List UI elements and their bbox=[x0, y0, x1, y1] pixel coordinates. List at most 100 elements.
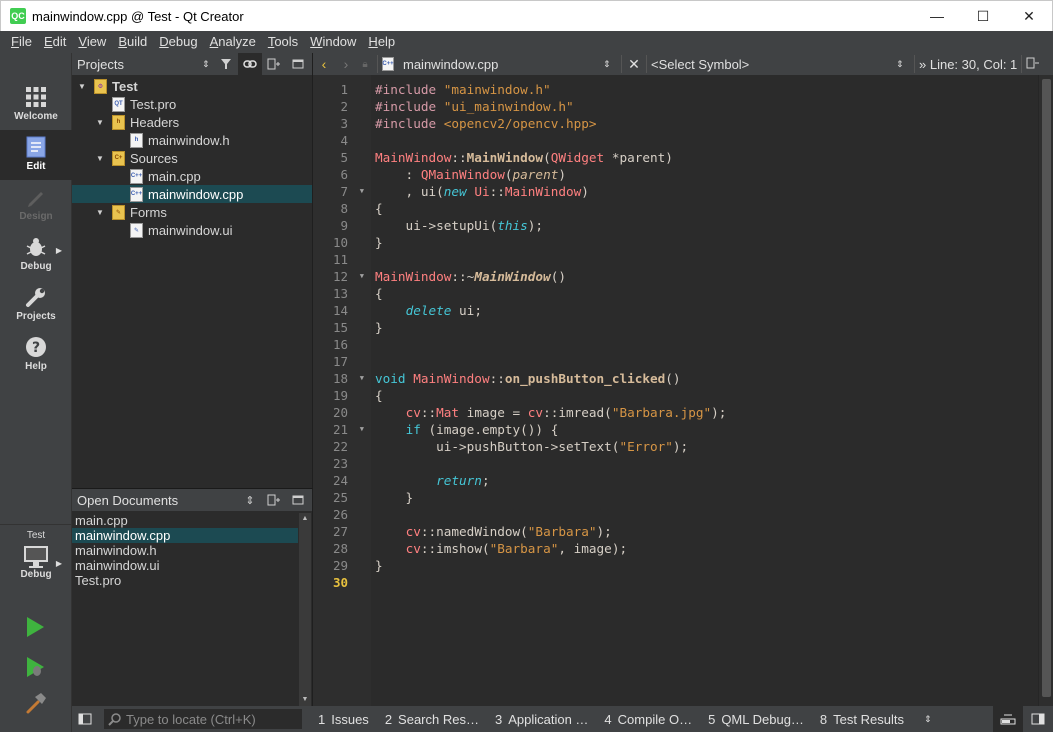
close-document-icon[interactable]: ✕ bbox=[626, 56, 642, 73]
menu-item[interactable]: Help bbox=[362, 31, 401, 53]
line-number: 11 bbox=[332, 252, 348, 267]
run-button[interactable] bbox=[24, 615, 46, 642]
build-button[interactable] bbox=[24, 691, 48, 718]
projects-pane-header: Projects ⇕ bbox=[72, 53, 312, 75]
code-token: "Barbara" bbox=[489, 541, 559, 556]
fold-marker-icon[interactable]: ▼ bbox=[360, 268, 364, 285]
go-back-icon[interactable]: ‹ bbox=[313, 56, 335, 72]
mode-debug[interactable]: ▶ Debug bbox=[0, 230, 72, 280]
code-token: #include bbox=[375, 99, 444, 114]
mode-projects[interactable]: Projects bbox=[0, 280, 72, 330]
menu-item[interactable]: Window bbox=[304, 31, 362, 53]
minimize-button[interactable]: — bbox=[914, 1, 960, 32]
go-forward-icon[interactable]: › bbox=[335, 56, 357, 72]
expand-toggle-icon[interactable]: ▼ bbox=[94, 208, 106, 217]
toggle-progress-icon[interactable] bbox=[993, 706, 1023, 732]
code-editor[interactable]: #include "mainwindow.h" #include "ui_main… bbox=[371, 75, 1038, 706]
open-documents-scrollbar[interactable]: ▲ ▼ bbox=[299, 513, 311, 706]
mode-help[interactable]: ? Help bbox=[0, 330, 72, 380]
project-tree-item[interactable]: C++ main.cpp bbox=[72, 167, 312, 185]
locator-input[interactable]: Type to locate (Ctrl+K) bbox=[104, 709, 302, 729]
file-selector-arrows-icon[interactable]: ⇕ bbox=[603, 59, 617, 70]
open-document-item[interactable]: mainwindow.cpp bbox=[72, 528, 298, 543]
expand-toggle-icon[interactable]: ▼ bbox=[94, 118, 106, 127]
output-tab[interactable]: 8 Test Results bbox=[812, 712, 912, 727]
symbol-selector-arrows-icon[interactable]: ⇕ bbox=[896, 59, 910, 70]
open-document-item[interactable]: mainwindow.h bbox=[72, 543, 298, 558]
current-file-selector[interactable]: mainwindow.cpp bbox=[403, 57, 603, 72]
project-tree-item[interactable]: ▼ ✎ Forms bbox=[72, 203, 312, 221]
project-tree-item[interactable]: C++ mainwindow.cpp bbox=[72, 185, 312, 203]
menu-item[interactable]: Tools bbox=[262, 31, 304, 53]
code-line: : QMainWindow(parent) bbox=[371, 166, 1038, 183]
fold-marker-icon[interactable]: ▼ bbox=[360, 370, 364, 387]
maximize-button[interactable]: ☐ bbox=[960, 1, 1006, 32]
fold-marker-icon[interactable]: ▼ bbox=[360, 421, 364, 438]
output-tab[interactable]: 3 Application … bbox=[487, 712, 596, 727]
open-document-item[interactable]: main.cpp bbox=[72, 513, 298, 528]
editor-scrollbar[interactable] bbox=[1038, 75, 1053, 706]
code-token: "Error" bbox=[619, 439, 673, 454]
close-window-button[interactable]: ✕ bbox=[1006, 1, 1052, 32]
project-tree-label: Test bbox=[112, 78, 138, 94]
toggle-sidebar-icon[interactable] bbox=[72, 713, 98, 725]
view-selector-arrows-icon[interactable]: ⇕ bbox=[238, 489, 262, 511]
output-tab[interactable]: 4 Compile O… bbox=[596, 712, 700, 727]
expand-toggle-icon[interactable]: ▼ bbox=[76, 82, 88, 91]
kit-selector[interactable]: Debug ▶ bbox=[0, 545, 72, 585]
code-line: ui->pushButton->setText("Error"); bbox=[371, 438, 1038, 455]
close-pane-icon[interactable] bbox=[286, 489, 310, 511]
line-number: 15 bbox=[332, 320, 348, 335]
split-pane-icon[interactable] bbox=[262, 489, 286, 511]
open-document-item[interactable]: Test.pro bbox=[72, 573, 298, 588]
mode-welcome[interactable]: Welcome bbox=[0, 80, 72, 130]
project-tree-item[interactable]: h mainwindow.h bbox=[72, 131, 312, 149]
menu-item[interactable]: File bbox=[5, 31, 38, 53]
open-documents-title[interactable]: Open Documents bbox=[77, 493, 178, 508]
split-pane-icon[interactable] bbox=[262, 53, 286, 75]
output-tab[interactable]: 5 QML Debug… bbox=[700, 712, 812, 727]
lock-icon[interactable]: 🔒︎ bbox=[357, 59, 373, 70]
menu-item[interactable]: Analyze bbox=[204, 31, 262, 53]
code-token: Ui bbox=[474, 184, 490, 199]
debug-run-button[interactable] bbox=[24, 655, 46, 682]
filter-icon[interactable] bbox=[214, 53, 238, 75]
close-pane-icon[interactable] bbox=[286, 53, 310, 75]
project-tree-item[interactable]: ▼ h Headers bbox=[72, 113, 312, 131]
symbol-selector[interactable]: <Select Symbol> bbox=[651, 57, 896, 72]
toolbar-separator bbox=[1021, 55, 1023, 73]
expand-toggle-icon[interactable]: ▼ bbox=[94, 154, 106, 163]
cursor-position[interactable]: » Line: 30, Col: 1 bbox=[919, 57, 1017, 72]
mode-design[interactable]: Design bbox=[0, 180, 72, 230]
code-token: } bbox=[375, 558, 383, 573]
output-tab[interactable]: 2 Search Res… bbox=[377, 712, 487, 727]
editor-scrollbar-thumb[interactable] bbox=[1042, 79, 1051, 697]
split-editor-icon[interactable] bbox=[1026, 57, 1040, 72]
toggle-right-sidebar-icon[interactable] bbox=[1023, 706, 1053, 732]
mode-edit[interactable]: Edit bbox=[0, 130, 72, 180]
menu-item[interactable]: Edit bbox=[38, 31, 72, 53]
fold-marker-icon[interactable]: ▼ bbox=[360, 183, 364, 200]
line-number: 19 bbox=[332, 388, 348, 403]
output-tab[interactable]: 1 Issues bbox=[310, 712, 377, 727]
line-number: 13 bbox=[332, 286, 348, 301]
projects-pane-title[interactable]: Projects bbox=[77, 57, 124, 72]
project-tree-item[interactable]: ▼ ⚙ Test bbox=[72, 77, 312, 95]
menu-item[interactable]: View bbox=[72, 31, 112, 53]
scroll-down-icon[interactable]: ▼ bbox=[299, 694, 311, 706]
view-selector-arrows-icon[interactable]: ⇕ bbox=[202, 59, 210, 70]
project-tree-item[interactable]: ✎ mainwindow.ui bbox=[72, 221, 312, 239]
open-document-item[interactable]: mainwindow.ui bbox=[72, 558, 298, 573]
project-tree-item[interactable]: QT Test.pro bbox=[72, 95, 312, 113]
code-token: ( bbox=[504, 167, 513, 182]
line-number: 4 bbox=[340, 133, 348, 148]
menu-item[interactable]: Build bbox=[112, 31, 153, 53]
code-line: ui->setupUi(this); bbox=[371, 217, 1038, 234]
project-tree-item[interactable]: ▼ C+ Sources bbox=[72, 149, 312, 167]
link-with-editor-icon[interactable] bbox=[238, 53, 262, 75]
menu-item[interactable]: Debug bbox=[153, 31, 203, 53]
output-tabs-arrows-icon[interactable]: ⇕ bbox=[924, 714, 932, 725]
scroll-up-icon[interactable]: ▲ bbox=[299, 513, 311, 525]
